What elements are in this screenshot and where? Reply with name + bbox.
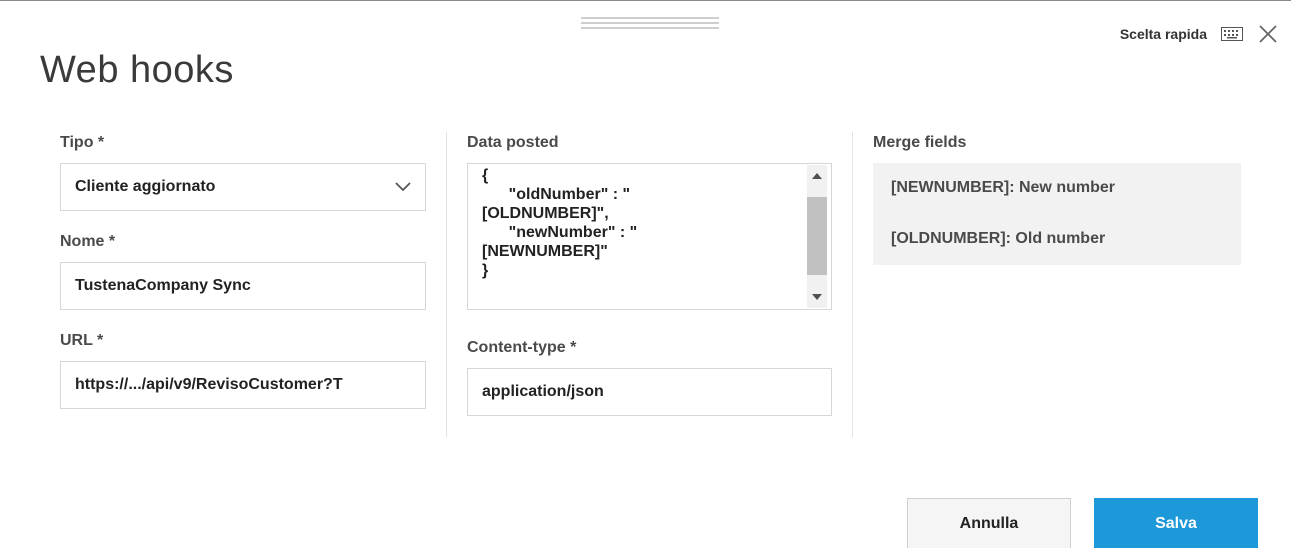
scroll-down-arrow-icon[interactable]: [807, 288, 827, 306]
cancel-button[interactable]: Annulla: [907, 498, 1071, 548]
scroll-thumb[interactable]: [807, 197, 827, 275]
drag-handle-line: [581, 27, 719, 29]
content-type-input[interactable]: application/json: [467, 368, 832, 416]
tipo-value: Cliente aggiornato: [75, 178, 216, 195]
column-divider: [446, 132, 447, 437]
drag-handle-line: [581, 17, 719, 19]
column-divider: [852, 132, 853, 437]
close-icon[interactable]: [1257, 23, 1279, 45]
column-payload: Data posted { "oldNumber" : " [OLDNUMBER…: [467, 134, 832, 416]
chevron-down-icon: [395, 182, 411, 192]
textarea-scrollbar[interactable]: [807, 165, 827, 308]
top-right-actions: Scelta rapida: [1120, 23, 1279, 45]
column-merge-fields: Merge fields [NEWNUMBER]: New number [OL…: [873, 134, 1241, 265]
merge-field-item[interactable]: [NEWNUMBER]: New number: [891, 179, 1241, 199]
tipo-label: Tipo *: [60, 134, 105, 151]
shortcut-link[interactable]: Scelta rapida: [1120, 26, 1207, 42]
merge-fields-label: Merge fields: [873, 134, 967, 151]
tipo-select[interactable]: Cliente aggiornato: [60, 163, 426, 211]
webhook-dialog: Scelta rapida Web hooks Tipo * Cliente a…: [0, 0, 1291, 548]
data-posted-label: Data posted: [467, 134, 559, 151]
merge-fields-panel: [NEWNUMBER]: New number [OLDNUMBER]: Old…: [873, 163, 1241, 265]
url-label: URL *: [60, 332, 104, 349]
content-type-label: Content-type *: [467, 339, 577, 356]
save-button[interactable]: Salva: [1094, 498, 1258, 548]
data-posted-value: { "oldNumber" : " [OLDNUMBER]", "newNumb…: [482, 167, 638, 279]
drag-handle-line: [581, 22, 719, 24]
scroll-up-arrow-icon[interactable]: [807, 167, 827, 185]
data-posted-textarea[interactable]: { "oldNumber" : " [OLDNUMBER]", "newNumb…: [467, 163, 832, 310]
nome-input[interactable]: TustenaCompany Sync: [60, 262, 426, 310]
nome-label: Nome *: [60, 233, 116, 250]
merge-field-item[interactable]: [OLDNUMBER]: Old number: [891, 230, 1241, 250]
drag-handle[interactable]: [581, 17, 719, 29]
keyboard-icon[interactable]: [1221, 27, 1243, 41]
url-input[interactable]: https://.../api/v9/RevisoCustomer?T: [60, 361, 426, 409]
column-general: Tipo * Cliente aggiornato Nome * Tustena…: [60, 134, 426, 409]
page-title: Web hooks: [40, 49, 234, 91]
